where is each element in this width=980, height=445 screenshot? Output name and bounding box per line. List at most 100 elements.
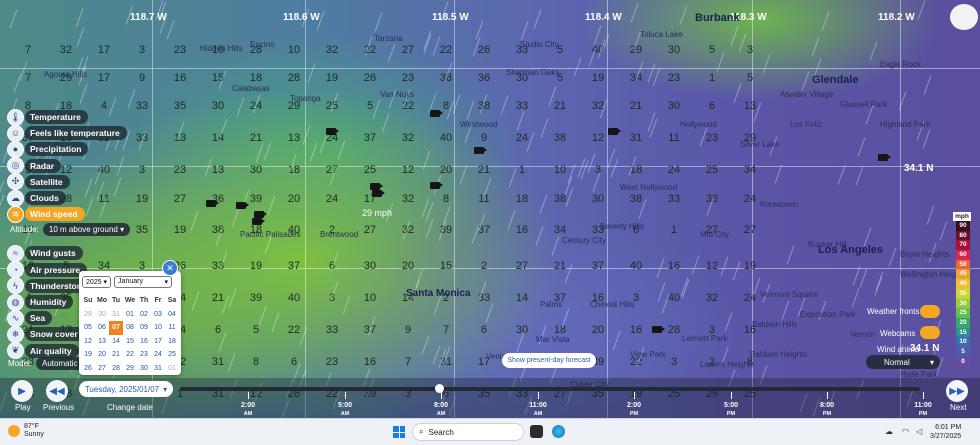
webcam-icon[interactable] (236, 202, 249, 209)
calendar-day[interactable]: 13 (95, 335, 109, 349)
calendar-day[interactable]: 21 (109, 348, 123, 362)
cloud-icon[interactable]: ☁ (885, 427, 893, 436)
menu-button[interactable] (950, 4, 978, 30)
calendar-day[interactable]: 31 (151, 362, 165, 376)
weather-fronts-toggle[interactable] (920, 305, 940, 318)
city-label-santa-monica: Santa Monica (406, 288, 471, 299)
layer-clouds[interactable]: ☁ Clouds (8, 190, 66, 206)
calendar-day[interactable]: 03 (151, 308, 165, 322)
next-button[interactable]: ▶▶ (946, 380, 968, 402)
windows-start-icon[interactable] (393, 426, 405, 438)
wind-streak (923, 75, 932, 95)
webcam-icon[interactable] (326, 128, 339, 135)
calendar-day[interactable]: 10 (151, 321, 165, 335)
calendar-day[interactable]: 09 (137, 321, 151, 335)
previous-button[interactable]: ◀◀ (46, 380, 68, 402)
wind-value: 20 (439, 164, 453, 176)
taskbar-clock[interactable]: 6:01 PM 3/27/2025 (930, 423, 961, 441)
fast-forward-icon: ▶▶ (949, 385, 965, 397)
calendar-day[interactable]: 29 (81, 308, 95, 322)
calendar-day[interactable]: 01 (123, 308, 137, 322)
calendar-day[interactable]: 28 (109, 362, 123, 376)
webcam-icon[interactable] (430, 182, 443, 189)
wind-value: 14 (211, 132, 225, 144)
wind-value: 16 (173, 72, 187, 84)
webcam-icon[interactable] (206, 200, 219, 207)
calendar-day[interactable]: 11 (165, 321, 179, 335)
calendar-day[interactable]: 04 (165, 308, 179, 322)
webcam-icon[interactable] (370, 183, 383, 190)
calendar-day[interactable]: 25 (165, 348, 179, 362)
calendar-day[interactable]: 30 (137, 362, 151, 376)
taskbar-weather[interactable]: 87°F Sunny (8, 423, 44, 439)
wind-animation-select[interactable]: Normal ▾ (866, 355, 940, 369)
layer-snow-cover[interactable]: ❄ Snow cover (8, 326, 85, 342)
calendar-day[interactable]: 16 (137, 335, 151, 349)
calendar-day[interactable]: 06 (95, 321, 109, 335)
taskbar-search[interactable]: ⌕ Search (412, 423, 524, 441)
layer-wind-speed[interactable]: ≋ Wind speed (8, 206, 85, 222)
calendar-day[interactable]: 20 (95, 348, 109, 362)
change-date-button[interactable]: Tuesday, 2025/01/07 ▾ (79, 381, 173, 397)
layer-sea[interactable]: ∿ Sea (8, 310, 53, 326)
wind-value: 18 (287, 164, 301, 176)
layer-feels-like-temperature[interactable]: ☺ Feels like temperature (8, 125, 127, 141)
wind-value: 7 (442, 324, 450, 336)
calendar-day[interactable]: 29 (123, 362, 137, 376)
play-button[interactable]: ▶ (11, 380, 33, 402)
wifi-icon[interactable]: ◠ (902, 427, 909, 436)
calendar-day[interactable]: 17 (151, 335, 165, 349)
webcam-icon[interactable] (474, 147, 487, 154)
webcam-icon[interactable] (878, 154, 891, 161)
calendar-day-selected[interactable]: 07 (109, 321, 123, 335)
calendar-day[interactable]: 31 (109, 308, 123, 322)
webcam-icon[interactable] (608, 128, 621, 135)
layer-precipitation[interactable]: ● Precipitation (8, 141, 89, 157)
webcams-toggle[interactable] (920, 326, 940, 339)
calendar-day[interactable]: 22 (123, 348, 137, 362)
webcam-icon[interactable] (652, 326, 665, 333)
calendar-day[interactable]: 08 (123, 321, 137, 335)
altitude-select[interactable]: 10 m above ground ▾ (42, 223, 131, 236)
calendar-day[interactable]: 15 (123, 335, 137, 349)
calendar-day[interactable]: 05 (81, 321, 95, 335)
year-select[interactable]: 2025 ▾ (82, 276, 112, 288)
present-forecast-button[interactable]: Show present-day forecast (502, 353, 596, 368)
search-icon: ⌕ (419, 427, 424, 436)
wind-value: 23 (173, 44, 187, 56)
webcam-icon[interactable] (430, 110, 443, 117)
calendar-day[interactable]: 19 (81, 348, 95, 362)
layer-satellite[interactable]: ✣ Satellite (8, 174, 70, 190)
wind-value: 21 (553, 100, 567, 112)
calendar-day[interactable]: 23 (137, 348, 151, 362)
timeline-track[interactable] (180, 387, 920, 391)
webcam-icon[interactable] (252, 218, 265, 225)
calendar-day[interactable]: 30 (95, 308, 109, 322)
calendar-day[interactable]: 27 (95, 362, 109, 376)
layer-air-pressure[interactable]: ◔ Air pressure (8, 262, 88, 278)
calendar-day[interactable]: 18 (165, 335, 179, 349)
webcam-icon[interactable] (254, 211, 267, 218)
place-label: Agoura Hills (44, 70, 88, 79)
calendar-day[interactable]: 12 (81, 335, 95, 349)
edge-browser-icon[interactable] (552, 425, 565, 438)
calendar-day[interactable]: 02 (137, 308, 151, 322)
layer-radar[interactable]: ◎ Radar (8, 158, 62, 174)
layer-temperature[interactable]: 🌡 Temperature (8, 109, 88, 125)
speaker-icon[interactable]: ◁ (916, 427, 922, 436)
month-select[interactable]: January ▾ (114, 276, 173, 288)
place-label: Toluca Lake (640, 30, 683, 39)
layer-humidity[interactable]: ◍ Humidity (8, 294, 74, 310)
close-icon[interactable]: ✕ (163, 261, 177, 275)
calendar-day[interactable]: 01 (165, 362, 179, 376)
layer-wind-gusts[interactable]: ≈ Wind gusts (8, 245, 83, 261)
task-view-icon[interactable] (530, 425, 543, 438)
chevron-down-icon: ▾ (929, 357, 934, 367)
calendar-day[interactable]: 24 (151, 348, 165, 362)
calendar-day[interactable]: 14 (109, 335, 123, 349)
timeline-handle[interactable] (434, 384, 444, 393)
wind-value: 27 (173, 193, 187, 205)
place-label: Baldwin Heights (750, 350, 808, 359)
webcam-icon[interactable] (372, 190, 385, 197)
calendar-day[interactable]: 26 (81, 362, 95, 376)
